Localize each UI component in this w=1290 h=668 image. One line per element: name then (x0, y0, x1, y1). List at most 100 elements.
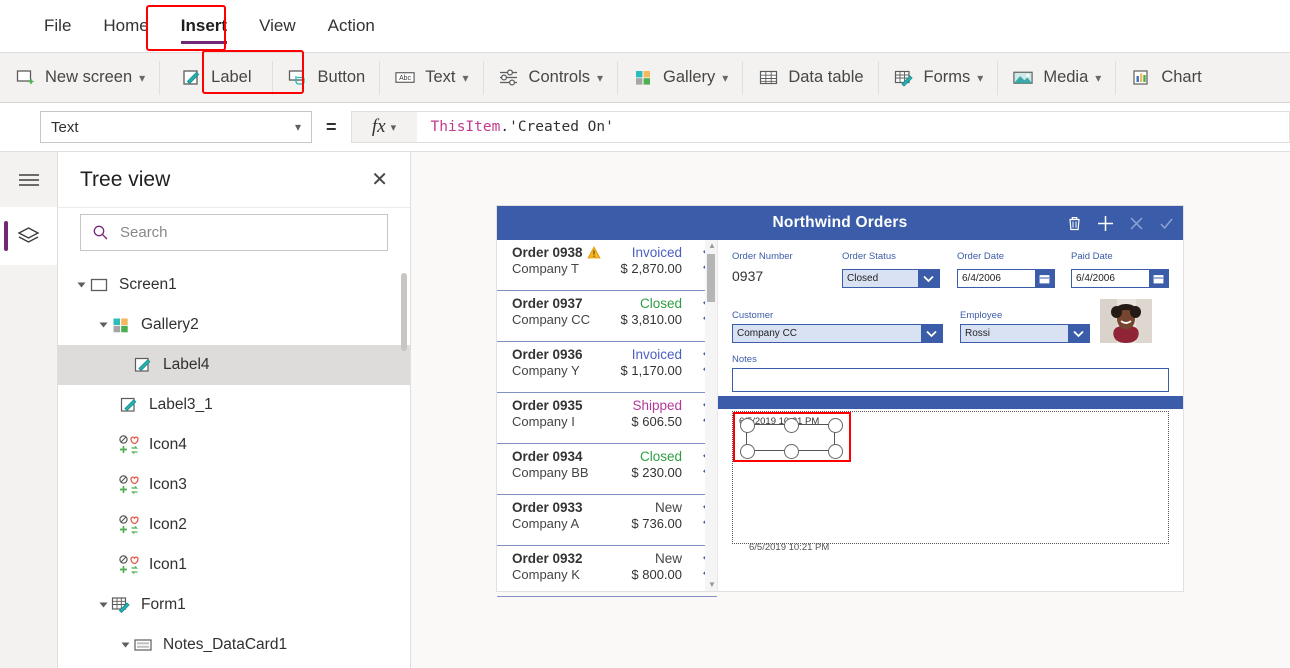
ribbon-label-text: Label (211, 68, 252, 86)
menu-item-label: Home (103, 16, 149, 35)
gallery-item[interactable]: Order 0934 Closed Company BB $ 230.00 (497, 444, 717, 495)
ribbon-forms[interactable]: Forms ▾ (879, 53, 998, 102)
search-icon (93, 225, 108, 240)
resize-handle-se[interactable] (828, 444, 843, 459)
resize-handle-nw[interactable] (740, 418, 755, 433)
menu-item-label: Action (327, 16, 375, 35)
gallery-item[interactable]: Order 0936 Invoiced Company Y $ 1,170.00 (497, 342, 717, 393)
ribbon-controls[interactable]: Controls ▾ (484, 53, 617, 102)
search-box[interactable] (80, 214, 388, 251)
icon-set-icon (118, 554, 140, 576)
tree-node-icon1[interactable]: Icon1 (58, 545, 410, 585)
tree-node-icon4[interactable]: Icon4 (58, 425, 410, 465)
order-status-dropdown[interactable]: Closed (842, 269, 940, 288)
tree-node-label: Icon4 (149, 436, 187, 453)
ribbon-chart[interactable]: Chart (1116, 53, 1215, 102)
cancel-icon[interactable] (1128, 215, 1145, 232)
order-number: Order 0932 (512, 551, 583, 566)
customer-value: Company CC (733, 325, 921, 342)
tree-node-form1[interactable]: Form1 (58, 585, 410, 625)
order-details-gallery[interactable]: 6/5/2019 10:21 PM 6/5/2019 10:21 PM (732, 411, 1169, 553)
menu-item-label: File (44, 16, 72, 35)
tree-scrollbar-thumb[interactable] (401, 273, 407, 351)
tree-node-screen1[interactable]: Screen1 (58, 265, 410, 305)
ribbon-button[interactable]: Button (273, 53, 380, 102)
gallery-item[interactable]: Order 0938 Invoiced Company T $ 2,870.00 (497, 240, 717, 291)
ribbon-new-screen[interactable]: New screen ▾ (0, 53, 159, 102)
search-input[interactable] (118, 223, 376, 242)
notes-input[interactable] (732, 368, 1169, 392)
property-selector[interactable]: Text ▾ (40, 111, 312, 143)
menu-item-view[interactable]: View (245, 10, 310, 42)
app-preview-screen[interactable]: Northwind Orders Order 0938 Invoiced Com… (497, 206, 1183, 597)
close-icon[interactable]: ✕ (371, 170, 388, 190)
tree-node-icon3[interactable]: Icon3 (58, 465, 410, 505)
tree-node-label3-1[interactable]: Label3_1 (58, 385, 410, 425)
formula-input[interactable]: ThisItem .'Created On' (416, 111, 1290, 143)
ribbon-label-text: Controls (528, 68, 590, 86)
icon-set-icon (118, 514, 140, 536)
hamburger-menu-button[interactable] (0, 152, 57, 207)
app-canvas[interactable]: Northwind Orders Order 0938 Invoiced Com… (411, 152, 1290, 668)
customer-dropdown[interactable]: Company CC (732, 324, 943, 343)
order-date-picker[interactable]: 6/4/2006 (957, 269, 1055, 288)
tree-node-label: Label4 (163, 356, 210, 373)
formula-token-rest: .'Created On' (500, 119, 614, 135)
tree-node-icon2[interactable]: Icon2 (58, 505, 410, 545)
gallery-item[interactable]: Order 0935 Shipped Company I $ 606.50 (497, 393, 717, 444)
menu-item-file[interactable]: File (30, 10, 85, 42)
ribbon-text[interactable]: Abc Text ▾ (380, 53, 482, 102)
ribbon-label[interactable]: Label (160, 53, 271, 102)
chevron-down-icon[interactable] (918, 270, 939, 287)
scroll-up-arrow-icon[interactable]: ▲ (708, 242, 716, 250)
chevron-down-icon[interactable] (1068, 325, 1089, 342)
orders-gallery[interactable]: Order 0938 Invoiced Company T $ 2,870.00… (497, 240, 718, 597)
company-name: Company BB (512, 465, 589, 480)
twisty-toggle[interactable] (96, 321, 110, 329)
tree-node-label: Icon3 (149, 476, 187, 493)
resize-handle-ne[interactable] (828, 418, 843, 433)
menu-item-action[interactable]: Action (314, 10, 389, 42)
chevron-down-icon[interactable] (921, 325, 942, 342)
equals-sign: = (326, 116, 337, 137)
twisty-toggle[interactable] (118, 641, 132, 649)
add-icon[interactable] (1096, 214, 1115, 233)
tree-view-rail-button[interactable] (0, 207, 57, 265)
gallery-item[interactable]: Order 0933 New Company A $ 736.00 (497, 495, 717, 546)
resize-handle-s[interactable] (784, 444, 799, 459)
formula-token-object: ThisItem (430, 119, 501, 135)
employee-value: Rossi (961, 325, 1068, 342)
resize-handle-n[interactable] (784, 418, 799, 433)
gallery-scrollbar-thumb[interactable] (707, 254, 715, 302)
employee-dropdown[interactable]: Rossi (960, 324, 1090, 343)
scroll-down-arrow-icon[interactable]: ▼ (708, 581, 716, 589)
gallery-scrollbar[interactable]: ▲ ▼ (705, 240, 717, 591)
calendar-icon[interactable] (1035, 270, 1054, 287)
gallery-item[interactable]: Order 0932 New Company K $ 800.00 (497, 546, 717, 597)
order-number: Order 0937 (512, 296, 583, 311)
twisty-toggle[interactable] (96, 601, 110, 609)
order-amount: $ 3,810.00 (620, 312, 682, 327)
tree-node-label: Label3_1 (149, 396, 213, 413)
fx-button[interactable]: fx ▾ (350, 111, 417, 143)
resize-handle-sw[interactable] (740, 444, 755, 459)
paid-date-picker[interactable]: 6/4/2006 (1071, 269, 1169, 288)
order-form: Order Number 0937 Order Status Closed Or… (718, 240, 1183, 392)
tree-node-label: Icon2 (149, 516, 187, 533)
field-label: Employee (960, 310, 1003, 321)
delete-icon[interactable] (1066, 215, 1083, 232)
tree-node-label4[interactable]: Label4 (58, 345, 410, 385)
ribbon-gallery[interactable]: Gallery ▾ (618, 53, 742, 102)
twisty-toggle[interactable] (74, 281, 88, 289)
menu-item-insert[interactable]: Insert (167, 10, 241, 44)
tree-node-label: Screen1 (119, 276, 177, 293)
tree-node-gallery2[interactable]: Gallery2 (58, 305, 410, 345)
gallery-item[interactable]: Order 0937 Closed Company CC $ 3,810.00 (497, 291, 717, 342)
tree-node-notes-datacard1[interactable]: Notes_DataCard1 (58, 625, 410, 665)
ribbon-media[interactable]: Media ▾ (998, 53, 1115, 102)
ribbon-data-table[interactable]: Data table (743, 53, 877, 102)
calendar-icon[interactable] (1149, 270, 1168, 287)
order-status: Shipped (632, 398, 682, 413)
save-check-icon[interactable] (1158, 215, 1175, 232)
menu-item-home[interactable]: Home (89, 10, 162, 42)
